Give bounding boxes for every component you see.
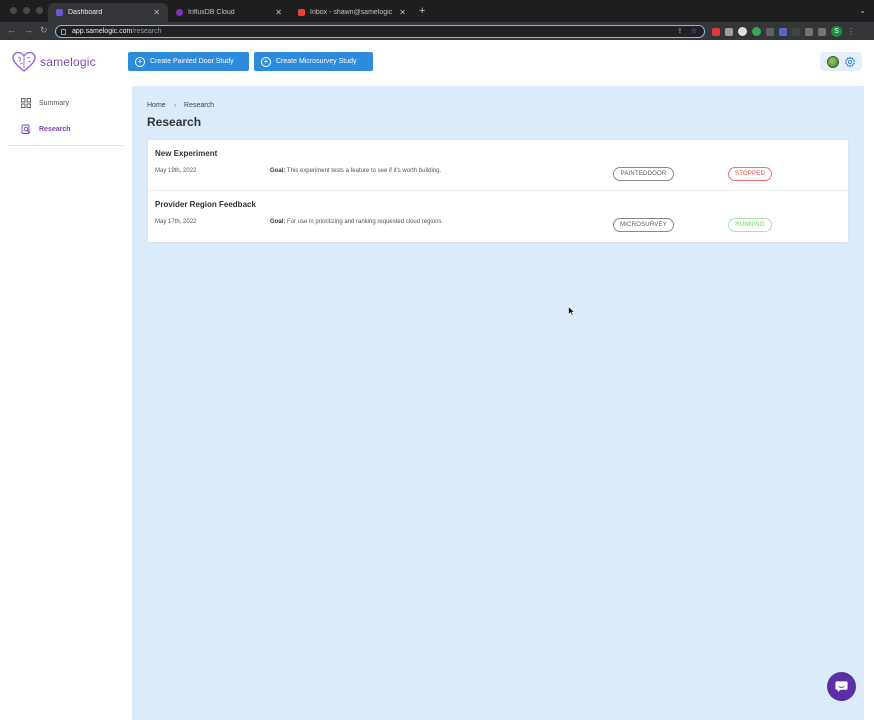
button-label: Create Painted Door Study xyxy=(150,58,234,65)
profile-avatar[interactable]: S xyxy=(831,26,842,37)
minimize-window-button[interactable] xyxy=(23,7,30,14)
back-arrow-icon[interactable]: ← xyxy=(7,25,16,35)
extensions-area: S ⋮ xyxy=(712,26,855,37)
browser-chrome: Dashboard ✕ InfluxDB Cloud ✕ Inbox - sha… xyxy=(0,0,874,40)
new-tab-icon[interactable]: + xyxy=(419,5,425,17)
study-goal: Goal: This experiment tests a feature to… xyxy=(270,168,441,174)
plus-circle-icon: + xyxy=(135,56,145,67)
status-badge: RUNNING xyxy=(728,218,772,232)
study-type-badge: MICROSURVEY xyxy=(613,218,674,232)
user-controls xyxy=(820,52,862,71)
extension-grammarly-icon[interactable] xyxy=(752,27,761,36)
url-path: /research xyxy=(132,28,162,35)
close-tab-icon[interactable]: ✕ xyxy=(153,8,160,17)
sidebar: Summary Research xyxy=(8,90,123,142)
extension-gray-icon[interactable] xyxy=(725,27,733,36)
url-host: app.samelogic.com xyxy=(72,28,133,35)
extension-red-icon[interactable] xyxy=(712,27,720,36)
tab-label: Dashboard xyxy=(68,9,103,16)
influxdb-favicon-icon xyxy=(176,9,183,16)
sidebar-item-label: Summary xyxy=(39,99,69,107)
study-date: May 19th, 2022 xyxy=(155,168,197,174)
share-icon[interactable]: ⇪ xyxy=(677,27,683,35)
close-tab-icon[interactable]: ✕ xyxy=(275,8,282,17)
app-root: samelogic + Create Painted Door Study + … xyxy=(0,40,874,720)
reload-icon[interactable]: ↻ xyxy=(40,25,48,36)
sidebar-item-summary[interactable]: Summary xyxy=(8,90,123,116)
study-name[interactable]: Provider Region Feedback xyxy=(155,200,256,209)
breadcrumb: Home › Research xyxy=(147,102,214,109)
address-bar[interactable]: app.samelogic.com/research ⇪ ☆ xyxy=(55,25,705,38)
chevron-right-icon: › xyxy=(173,102,177,109)
samelogic-favicon-icon xyxy=(56,9,63,16)
tab-dashboard[interactable]: Dashboard ✕ xyxy=(48,3,168,22)
tab-influxdb[interactable]: InfluxDB Cloud ✕ xyxy=(168,3,290,22)
status-badge: STOPPED xyxy=(728,167,772,181)
create-microsurvey-study-button[interactable]: + Create Microsurvey Study xyxy=(254,52,373,71)
sidebar-divider xyxy=(8,145,123,146)
browser-toolbar: ← → ↻ app.samelogic.com/research ⇪ ☆ S ⋮ xyxy=(0,22,874,40)
mouse-cursor-icon xyxy=(568,306,576,316)
breadcrumb-home[interactable]: Home xyxy=(147,102,166,109)
window-controls xyxy=(10,7,43,14)
study-date: May 17th, 2022 xyxy=(155,219,197,225)
brain-heart-logo-icon xyxy=(12,51,36,72)
sidebar-item-label: Research xyxy=(39,125,71,133)
study-goal: Goal: For use in prioritizing and rankin… xyxy=(270,219,443,225)
lock-icon xyxy=(61,28,66,35)
extension-check-icon[interactable] xyxy=(738,27,747,36)
tab-inbox[interactable]: Inbox - shawn@samelogic.com ✕ xyxy=(290,3,414,22)
chat-launcher-button[interactable] xyxy=(827,672,856,701)
zoom-window-button[interactable] xyxy=(36,7,43,14)
forward-arrow-icon[interactable]: → xyxy=(24,25,33,35)
grid-icon xyxy=(21,98,31,108)
studies-list: New Experiment May 19th, 2022 Goal: This… xyxy=(147,139,849,243)
samelogic-logo[interactable]: samelogic xyxy=(12,51,96,73)
plus-circle-icon: + xyxy=(261,56,271,67)
extension-play-icon[interactable] xyxy=(779,27,787,36)
goal-text: For use in prioritizing and ranking requ… xyxy=(287,219,444,225)
research-icon xyxy=(21,124,31,134)
side-panel-icon[interactable] xyxy=(818,27,826,36)
gmail-favicon-icon xyxy=(298,9,305,16)
tab-strip: Dashboard ✕ InfluxDB Cloud ✕ Inbox - sha… xyxy=(0,0,874,22)
browser-menu-icon[interactable]: ⋮ xyxy=(847,27,855,36)
extensions-puzzle-icon[interactable] xyxy=(805,27,813,36)
main-content: Home › Research Research New Experiment … xyxy=(132,86,864,720)
logo-text: samelogic xyxy=(40,55,96,69)
extension-square-icon[interactable] xyxy=(792,27,800,36)
create-painted-door-study-button[interactable]: + Create Painted Door Study xyxy=(128,52,249,71)
goal-label: Goal: xyxy=(270,219,286,225)
study-type-badge: PAINTEDDOOR xyxy=(613,167,674,181)
sidebar-item-research[interactable]: Research xyxy=(8,116,123,142)
study-row[interactable]: Provider Region Feedback May 17th, 2022 … xyxy=(148,191,848,242)
study-row[interactable]: New Experiment May 19th, 2022 Goal: This… xyxy=(148,140,848,191)
breadcrumb-current: Research xyxy=(184,102,214,109)
page-title: Research xyxy=(147,115,202,129)
goal-label: Goal: xyxy=(270,168,286,174)
close-window-button[interactable] xyxy=(10,7,17,14)
bookmark-star-icon[interactable]: ☆ xyxy=(691,27,697,35)
extension-dark-icon[interactable] xyxy=(766,27,774,36)
user-avatar[interactable] xyxy=(826,55,839,68)
button-label: Create Microsurvey Study xyxy=(276,58,357,65)
tab-label: Inbox - shawn@samelogic.com xyxy=(310,9,393,16)
goal-text: This experiment tests a feature to see i… xyxy=(286,168,442,174)
tab-search-chevron-icon[interactable]: ⌄ xyxy=(859,6,866,15)
study-name[interactable]: New Experiment xyxy=(155,149,217,158)
gear-icon[interactable] xyxy=(844,55,856,68)
chat-bubble-icon xyxy=(835,681,848,693)
tab-label: InfluxDB Cloud xyxy=(188,9,235,16)
close-tab-icon[interactable]: ✕ xyxy=(399,8,406,17)
